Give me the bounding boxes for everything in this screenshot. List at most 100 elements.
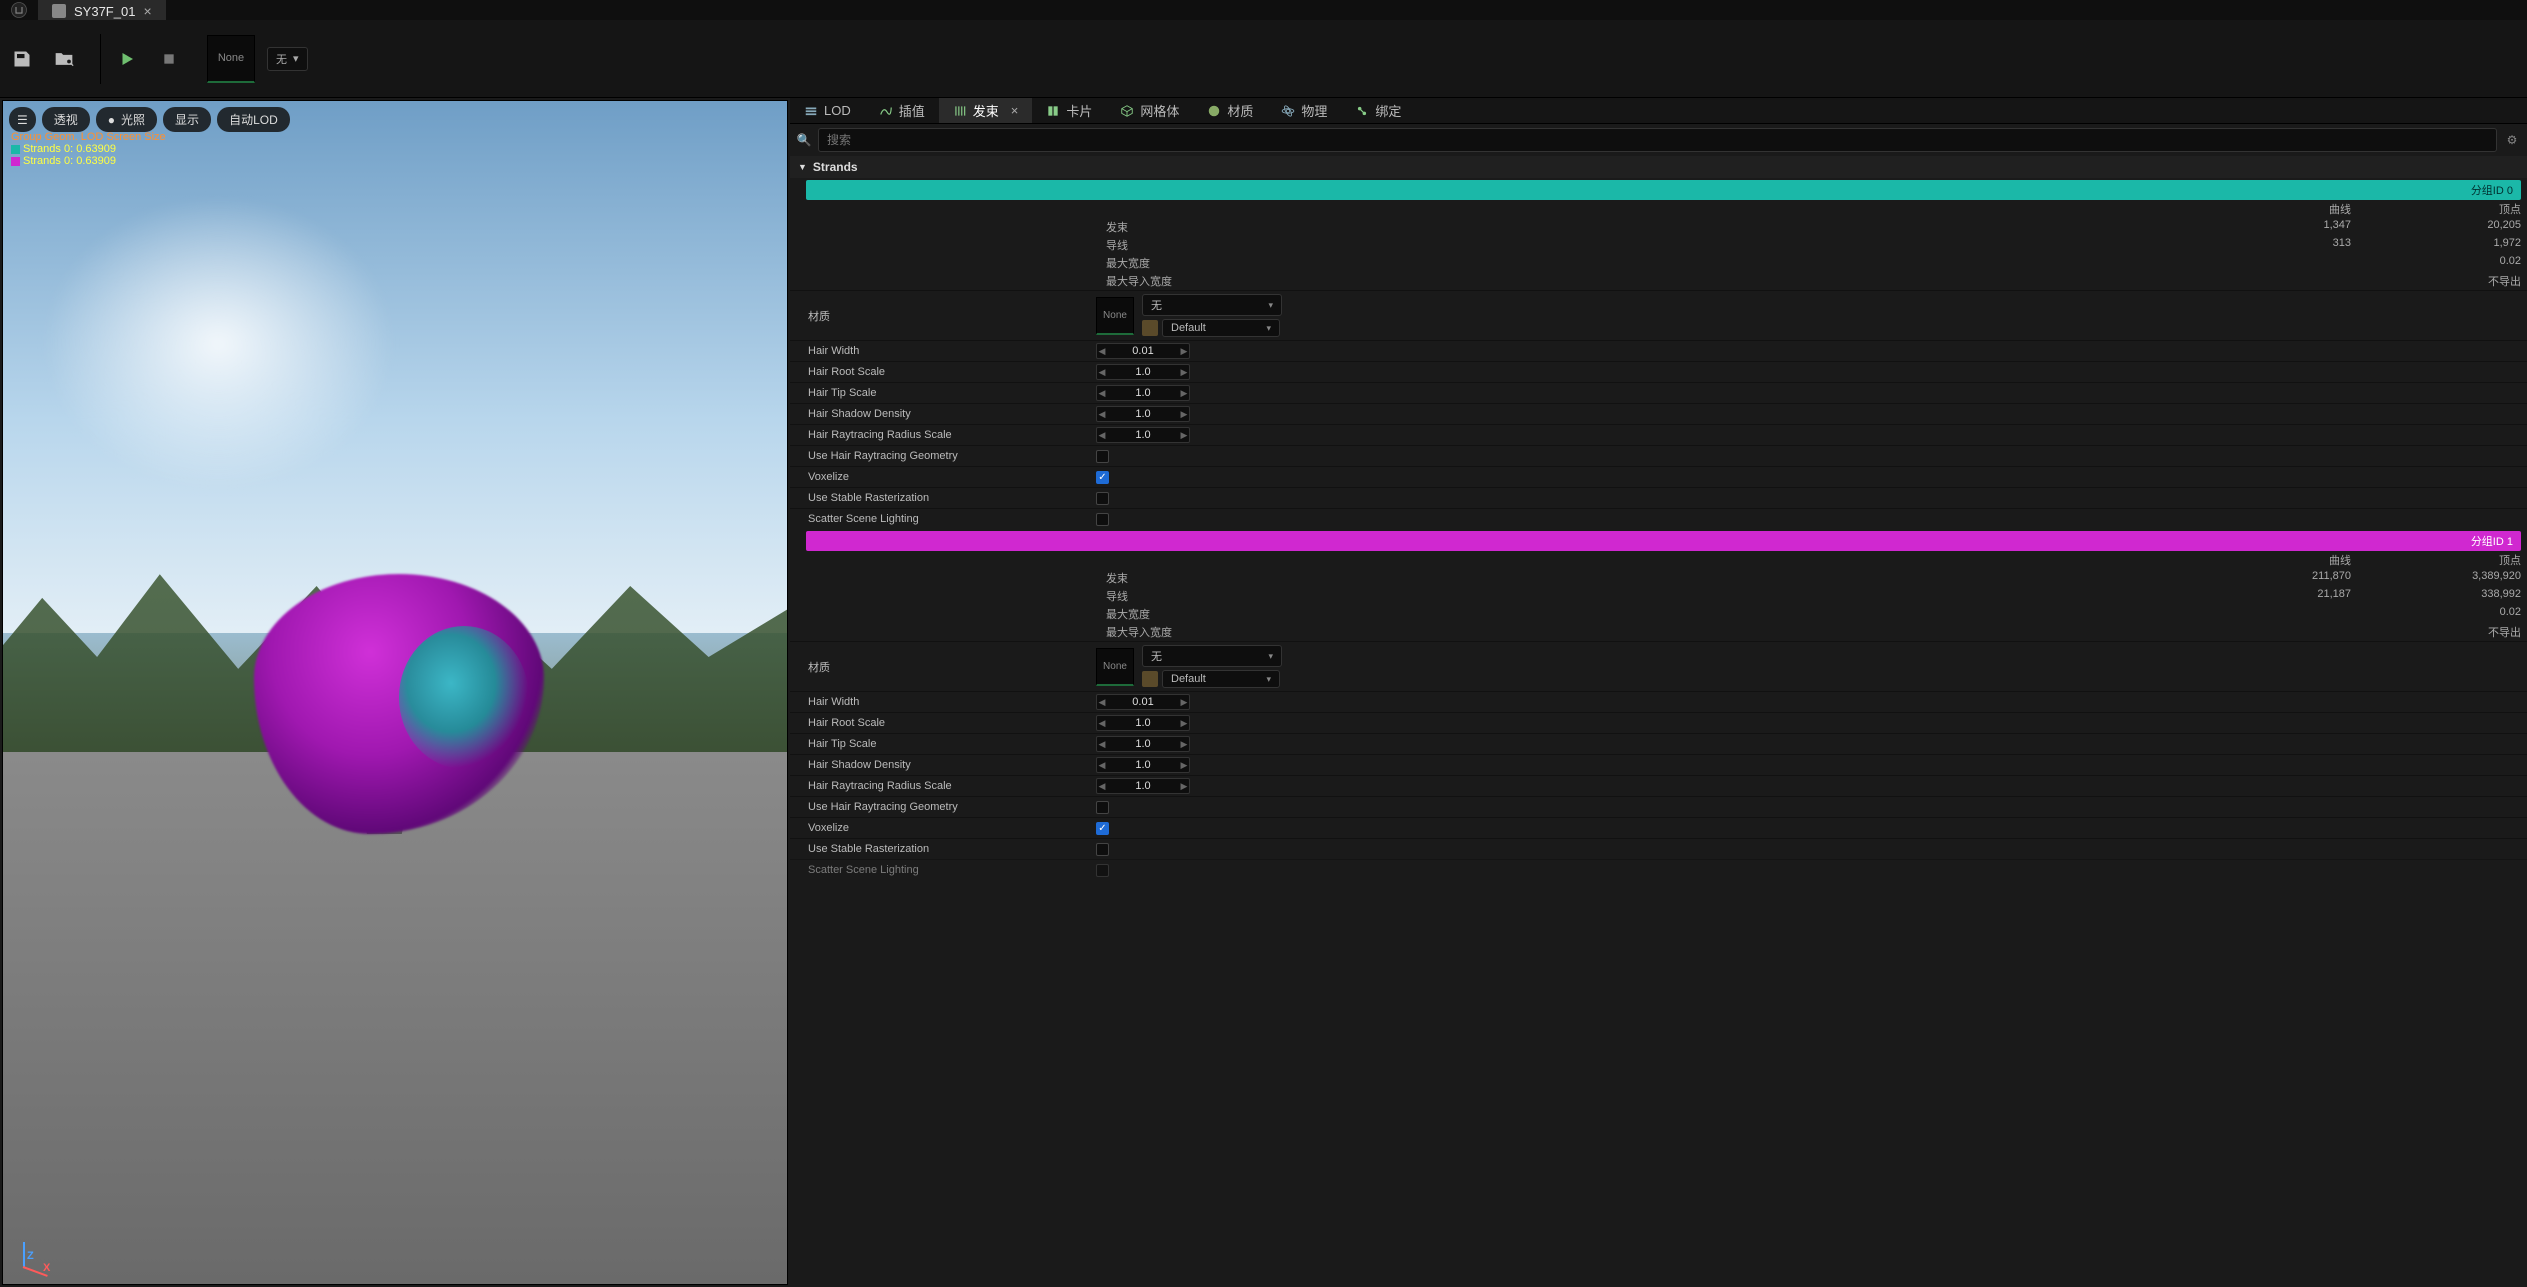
- hair-rt-radius-label: Hair Raytracing Radius Scale: [806, 780, 1096, 792]
- viewport[interactable]: ☰ 透视 ●光照 显示 自动LOD Group Geom. LOD Screen…: [2, 100, 788, 1285]
- hair-root-scale-input[interactable]: ◀1.0▶: [1096, 364, 1190, 380]
- hair-width-input[interactable]: ◀0.01▶: [1096, 694, 1190, 710]
- hair-width-label: Hair Width: [806, 696, 1096, 708]
- use-stable-raster-label: Use Stable Rasterization: [806, 843, 1096, 855]
- scatter-scene-lighting-label: Scatter Scene Lighting: [806, 864, 1096, 876]
- hair-width-input[interactable]: ◀0.01▶: [1096, 343, 1190, 359]
- tab-binding[interactable]: 绑定: [1341, 98, 1415, 123]
- tab-interp[interactable]: 插值: [865, 98, 939, 123]
- material-thumbnail[interactable]: None: [1096, 648, 1134, 686]
- voxelize-checkbox[interactable]: [1096, 822, 1109, 835]
- material-asset-dropdown[interactable]: 无▾: [1142, 294, 1282, 316]
- viewport-menu-button[interactable]: ☰: [9, 107, 36, 132]
- scatter-scene-lighting-checkbox[interactable]: [1096, 513, 1109, 526]
- hair-shadow-density-input[interactable]: ◀1.0▶: [1096, 406, 1190, 422]
- chevron-down-icon: ▾: [1268, 300, 1273, 311]
- mesh-icon: [1120, 104, 1134, 118]
- group-0-header: 分组ID 0: [806, 180, 2521, 200]
- mode-dropdown[interactable]: 无 ▾: [267, 47, 308, 71]
- hair-shadow-density-label: Hair Shadow Density: [806, 408, 1096, 420]
- material-slot-dropdown[interactable]: Default▾: [1162, 670, 1280, 688]
- ue-logo[interactable]: [0, 0, 38, 20]
- save-button[interactable]: [6, 43, 38, 75]
- hair-rt-radius-label: Hair Raytracing Radius Scale: [806, 429, 1096, 441]
- hair-rt-radius-input[interactable]: ◀1.0▶: [1096, 427, 1190, 443]
- browse-folder-icon[interactable]: [1142, 671, 1158, 687]
- tab-physics[interactable]: 物理: [1267, 98, 1341, 123]
- tab-meshes[interactable]: 网格体: [1106, 98, 1193, 123]
- col-verts: 顶点: [2381, 201, 2521, 217]
- chevron-down-icon: ▾: [1268, 651, 1273, 662]
- viewport-stats: Group Geom. LOD Screen Size Strands 0: 0…: [11, 131, 166, 167]
- col-curves: 曲线: [1106, 552, 2381, 568]
- stop-button[interactable]: [153, 43, 185, 75]
- use-hair-rt-geom-checkbox[interactable]: [1096, 801, 1109, 814]
- interp-icon: [879, 104, 893, 118]
- voxelize-checkbox[interactable]: [1096, 471, 1109, 484]
- category-strands[interactable]: ▼ Strands: [790, 156, 2527, 178]
- hair-root-scale-input[interactable]: ◀1.0▶: [1096, 715, 1190, 731]
- thumbnail-label: None: [218, 52, 244, 64]
- settings-icon[interactable]: ⚙: [2503, 131, 2521, 149]
- tab-cards[interactable]: 卡片: [1032, 98, 1106, 123]
- hair-width-label: Hair Width: [806, 345, 1096, 357]
- asset-tab-title: SY37F_01: [74, 4, 135, 19]
- chevron-down-icon: ▾: [1266, 323, 1271, 334]
- hair-tip-scale-label: Hair Tip Scale: [806, 387, 1096, 399]
- viewport-perspective-button[interactable]: 透视: [42, 107, 90, 132]
- asset-tab[interactable]: SY37F_01 ×: [38, 0, 166, 20]
- close-icon[interactable]: ×: [1011, 103, 1019, 118]
- hair-shadow-density-input[interactable]: ◀1.0▶: [1096, 757, 1190, 773]
- material-icon: [1207, 104, 1221, 118]
- hair-shadow-density-label: Hair Shadow Density: [806, 759, 1096, 771]
- tab-lod[interactable]: LOD: [790, 98, 865, 123]
- scatter-scene-lighting-label: Scatter Scene Lighting: [806, 513, 1096, 525]
- voxelize-label: Voxelize: [806, 471, 1096, 483]
- col-verts: 顶点: [2381, 552, 2521, 568]
- use-hair-rt-geom-checkbox[interactable]: [1096, 450, 1109, 463]
- binding-icon: [1355, 104, 1369, 118]
- material-asset-dropdown[interactable]: 无▾: [1142, 645, 1282, 667]
- hair-root-scale-label: Hair Root Scale: [806, 366, 1096, 378]
- col-curves: 曲线: [1106, 201, 2381, 217]
- search-input[interactable]: [818, 128, 2497, 152]
- material-slot-dropdown[interactable]: Default▾: [1162, 319, 1280, 337]
- group-1-header: 分组ID 1: [806, 531, 2521, 551]
- browse-button[interactable]: [48, 43, 80, 75]
- lod-icon: [804, 104, 818, 118]
- use-hair-rt-geom-label: Use Hair Raytracing Geometry: [806, 450, 1096, 462]
- material-label: 材质: [806, 308, 1096, 324]
- hair-tip-scale-input[interactable]: ◀1.0▶: [1096, 385, 1190, 401]
- cards-icon: [1046, 104, 1060, 118]
- hair-rt-radius-input[interactable]: ◀1.0▶: [1096, 778, 1190, 794]
- hair-tip-scale-input[interactable]: ◀1.0▶: [1096, 736, 1190, 752]
- hair-tip-scale-label: Hair Tip Scale: [806, 738, 1096, 750]
- viewport-axis-gizmo: Z X: [17, 1234, 57, 1274]
- voxelize-label: Voxelize: [806, 822, 1096, 834]
- viewport-lighting-button[interactable]: ●光照: [96, 107, 157, 132]
- use-stable-raster-checkbox[interactable]: [1096, 843, 1109, 856]
- viewport-autolod-button[interactable]: 自动LOD: [217, 107, 290, 132]
- material-thumbnail[interactable]: None: [1096, 297, 1134, 335]
- close-icon[interactable]: ×: [143, 3, 151, 19]
- tab-strands[interactable]: 发束×: [939, 98, 1033, 123]
- scatter-scene-lighting-checkbox[interactable]: [1096, 864, 1109, 877]
- asset-icon: [52, 4, 66, 18]
- physics-icon: [1281, 104, 1295, 118]
- chevron-down-icon: ▾: [1266, 674, 1271, 685]
- bulb-icon: ●: [108, 113, 115, 127]
- hair-asset-preview: [254, 574, 544, 834]
- strands-icon: [953, 104, 967, 118]
- tab-material[interactable]: 材质: [1193, 98, 1267, 123]
- preview-thumbnail[interactable]: None: [207, 35, 255, 83]
- use-hair-rt-geom-label: Use Hair Raytracing Geometry: [806, 801, 1096, 813]
- viewport-show-button[interactable]: 显示: [163, 107, 211, 132]
- browse-folder-icon[interactable]: [1142, 320, 1158, 336]
- hair-root-scale-label: Hair Root Scale: [806, 717, 1096, 729]
- search-icon: 🔍: [796, 133, 812, 147]
- mode-dropdown-label: 无: [276, 51, 287, 67]
- play-button[interactable]: [111, 43, 143, 75]
- use-stable-raster-label: Use Stable Rasterization: [806, 492, 1096, 504]
- use-stable-raster-checkbox[interactable]: [1096, 492, 1109, 505]
- material-label: 材质: [806, 659, 1096, 675]
